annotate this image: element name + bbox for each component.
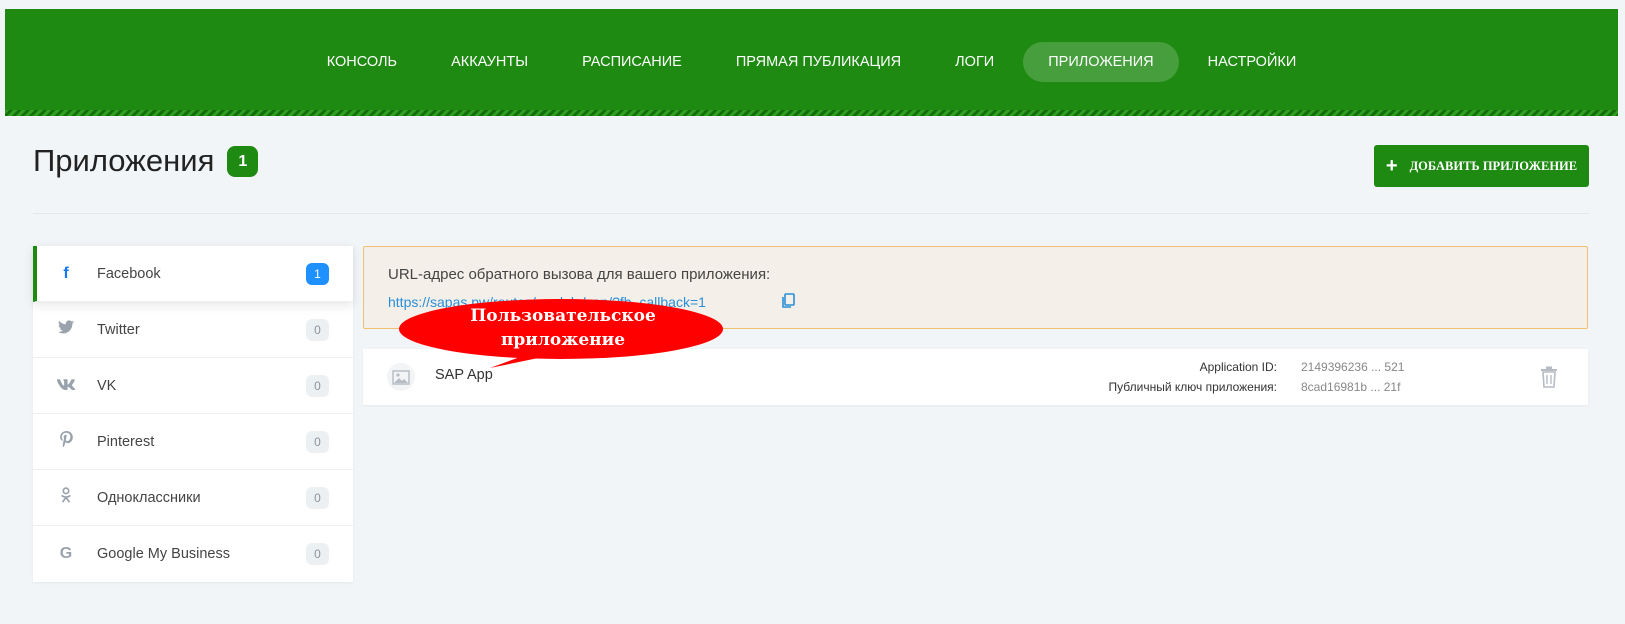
public-key-value: 8cad16981b ... 21f xyxy=(1301,380,1401,394)
add-app-button-label: ДОБАВИТЬ ПРИЛОЖЕНИЕ xyxy=(1409,158,1578,173)
odnoklassniki-icon xyxy=(55,486,77,509)
sidebar-item-count: 1 xyxy=(306,263,329,285)
nav-schedule[interactable]: Расписание xyxy=(557,42,707,82)
twitter-icon xyxy=(55,320,77,339)
sidebar-item-google-my-business[interactable]: G Google My Business 0 xyxy=(33,526,353,582)
google-icon: G xyxy=(59,545,73,562)
sidebar-item-vk[interactable]: VK 0 xyxy=(33,358,353,414)
trash-icon[interactable] xyxy=(1540,366,1558,388)
apps-count-badge: 1 xyxy=(227,145,259,177)
nav-accounts[interactable]: Аккаунты xyxy=(426,42,553,82)
add-app-button[interactable]: + ДОБАВИТЬ ПРИЛОЖЕНИЕ xyxy=(1374,145,1589,187)
sidebar-item-twitter[interactable]: Twitter 0 xyxy=(33,302,353,358)
sidebar-item-count: 0 xyxy=(306,319,329,341)
sidebar-item-count: 0 xyxy=(306,431,329,453)
plus-icon: + xyxy=(1385,154,1398,177)
sidebar-item-pinterest[interactable]: Pinterest 0 xyxy=(33,414,353,470)
nav-apps[interactable]: Приложения xyxy=(1023,42,1179,82)
app-id-value: 2149396236 ... 521 xyxy=(1301,360,1405,374)
sidebar-item-label: Одноклассники xyxy=(97,489,201,506)
nav-direct-publish[interactable]: Прямая публикация xyxy=(711,42,926,82)
nav-logs[interactable]: Логи xyxy=(930,42,1019,82)
app-id-label: Application ID: xyxy=(1199,360,1277,374)
social-network-sidebar: f Facebook 1 Twitter 0 VK 0 Pinterest 0 … xyxy=(33,246,353,582)
annotation-text: Пользовательское приложение xyxy=(398,304,728,352)
sidebar-item-count: 0 xyxy=(306,543,329,565)
callback-url-label: URL-адрес обратного вызова для вашего пр… xyxy=(388,266,771,283)
main-nav: Консоль Аккаунты Расписание Прямая публи… xyxy=(5,41,1618,83)
sidebar-item-label: Google My Business xyxy=(97,546,230,562)
sidebar-item-facebook[interactable]: f Facebook 1 xyxy=(33,246,353,302)
sidebar-item-count: 0 xyxy=(306,375,329,397)
nav-console[interactable]: Консоль xyxy=(302,42,422,82)
vk-icon xyxy=(55,377,77,395)
pinterest-icon xyxy=(55,431,77,452)
header-divider xyxy=(33,213,1589,214)
annotation-line-2: приложение xyxy=(500,330,626,350)
sidebar-item-odnoklassniki[interactable]: Одноклассники 0 xyxy=(33,470,353,526)
sidebar-item-label: Twitter xyxy=(97,321,140,338)
copy-icon[interactable] xyxy=(781,293,797,311)
sidebar-item-label: VK xyxy=(97,377,117,394)
page-title: Приложения 1 xyxy=(33,143,259,179)
sidebar-item-count: 0 xyxy=(306,487,329,509)
sidebar-item-label: Pinterest xyxy=(97,433,155,450)
page-title-text: Приложения xyxy=(33,143,215,178)
navbar-stripe-border xyxy=(5,110,1618,116)
top-navbar: Консоль Аккаунты Расписание Прямая публи… xyxy=(5,9,1618,116)
public-key-label: Публичный ключ приложения: xyxy=(1108,380,1277,394)
annotation-line-1: Пользовательское xyxy=(470,306,656,326)
annotation-speech-bubble: Пользовательское приложение xyxy=(398,296,728,378)
nav-settings[interactable]: Настройки xyxy=(1183,42,1322,82)
sidebar-item-label: Facebook xyxy=(97,265,161,282)
facebook-icon: f xyxy=(63,264,69,282)
